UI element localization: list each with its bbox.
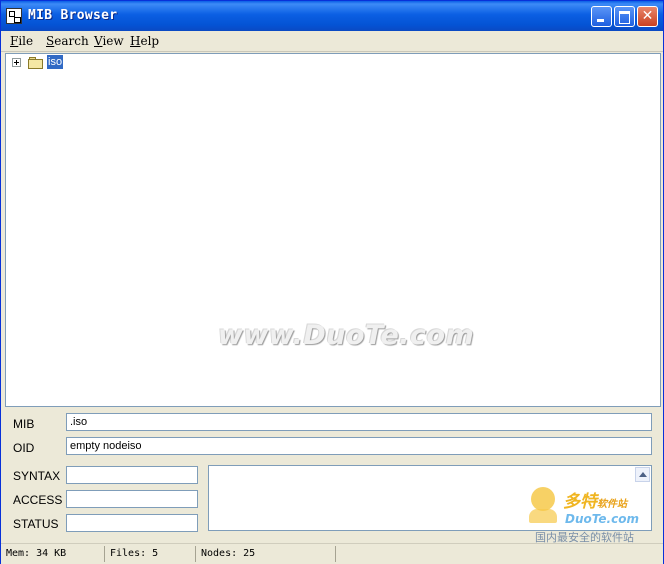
window-title: MIB Browser bbox=[28, 8, 118, 23]
mib-tree-view[interactable]: iso www.DuoTe.com bbox=[5, 53, 661, 407]
maximize-icon bbox=[619, 11, 630, 24]
status-field[interactable] bbox=[66, 514, 198, 532]
main-window: MIB Browser ✕ File Search View Help iso … bbox=[0, 0, 664, 564]
mib-label: MIB bbox=[13, 417, 35, 431]
mib-browser-app-icon[interactable] bbox=[6, 8, 22, 24]
oid-field[interactable]: empty nodeiso bbox=[66, 437, 652, 455]
status-label: STATUS bbox=[13, 517, 59, 531]
close-button[interactable]: ✕ bbox=[637, 6, 658, 27]
title-bar[interactable]: MIB Browser ✕ bbox=[1, 1, 663, 31]
menu-file[interactable]: File bbox=[10, 34, 33, 48]
maximize-button[interactable] bbox=[614, 6, 635, 27]
status-bar: Mem: 34 KB Files: 5 Nodes: 25 bbox=[1, 543, 663, 564]
menu-search[interactable]: Search bbox=[46, 34, 89, 48]
duote-logo: 多特软件站 DuoTe.com 国内最安全的软件站 bbox=[529, 485, 659, 544]
watermark-text: www.DuoTe.com bbox=[218, 320, 475, 351]
close-icon: ✕ bbox=[641, 8, 654, 24]
status-files: Files: 5 bbox=[105, 546, 196, 562]
status-mem: Mem: 34 KB bbox=[1, 546, 105, 562]
scroll-up-arrow-icon[interactable] bbox=[635, 467, 650, 482]
mib-field[interactable]: .iso bbox=[66, 413, 652, 431]
minimize-button[interactable] bbox=[591, 6, 612, 27]
syntax-field[interactable] bbox=[66, 466, 198, 484]
oid-label: OID bbox=[13, 441, 35, 455]
expand-plus-icon[interactable] bbox=[12, 58, 21, 67]
tree-node-iso[interactable]: iso bbox=[47, 55, 64, 69]
syntax-label: SYNTAX bbox=[13, 469, 61, 483]
menu-help[interactable]: Help bbox=[130, 34, 159, 48]
access-label: ACCESS bbox=[13, 493, 63, 507]
folder-icon bbox=[28, 57, 43, 69]
minimize-icon bbox=[597, 19, 604, 22]
access-field[interactable] bbox=[66, 490, 198, 508]
menu-view[interactable]: View bbox=[94, 34, 124, 48]
status-nodes: Nodes: 25 bbox=[196, 546, 336, 562]
menu-bar: File Search View Help bbox=[1, 31, 663, 52]
